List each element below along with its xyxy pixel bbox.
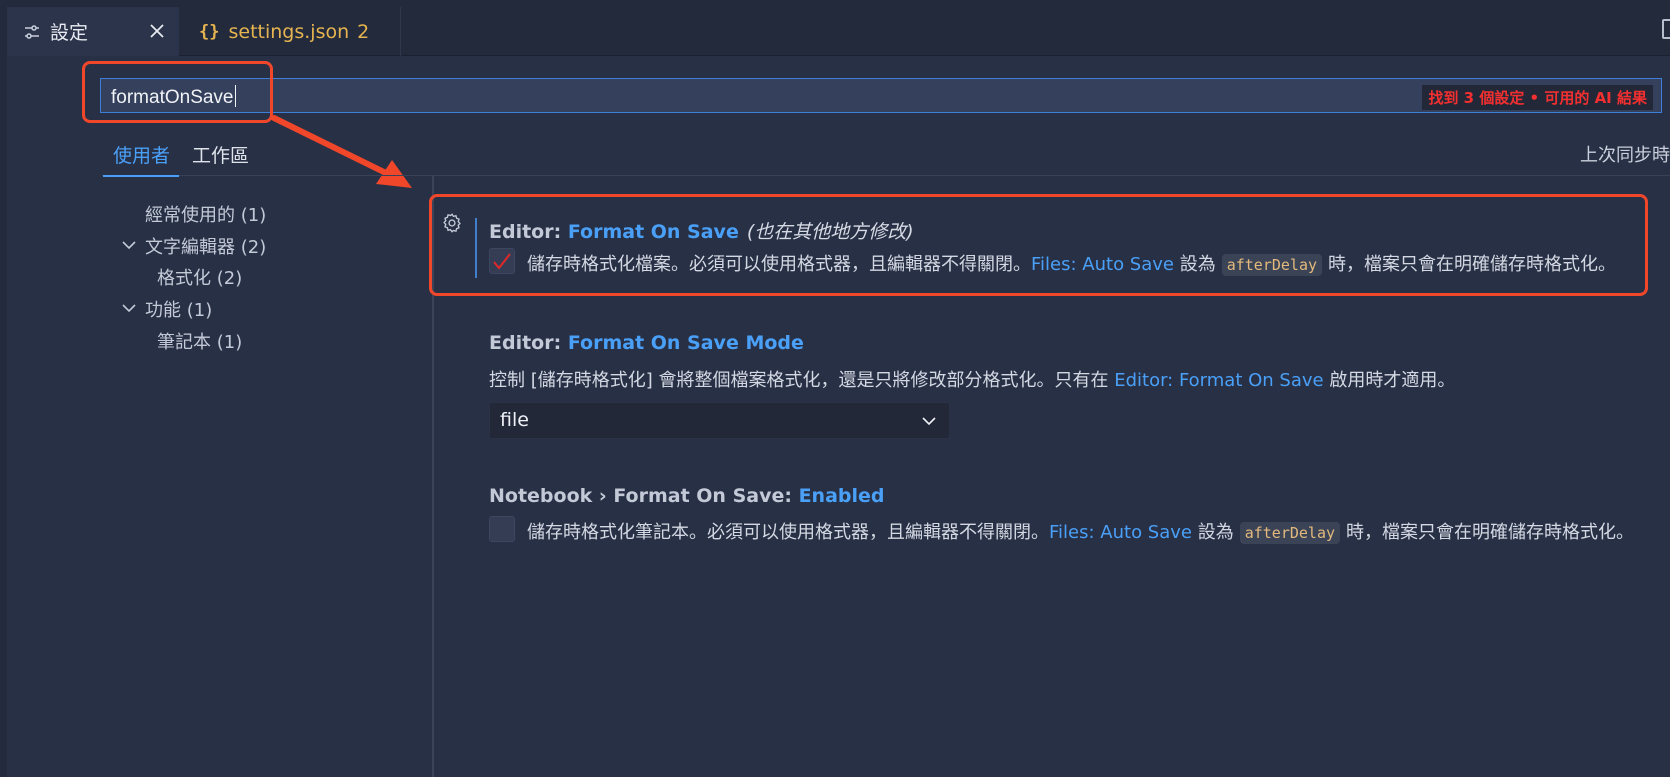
settings-window: 設定 {} settings.json 2 formatOnSave 找到 3 …: [0, 0, 1670, 777]
json-braces-icon: {}: [199, 21, 220, 42]
tab-workspace[interactable]: 工作區: [192, 141, 249, 168]
scope-tabs: 使用者 工作區 上次同步時: [102, 136, 1670, 177]
settings-search-box[interactable]: formatOnSave 找到 3 個設定 • 可用的 AI 結果: [100, 78, 1662, 113]
close-icon[interactable]: [147, 21, 167, 41]
notebook-format-on-save-checkbox[interactable]: [489, 516, 515, 542]
setting-description: 控制 [儲存時格式化] 會將整個檔案格式化，還是只將修改部分格式化。只有在 Ed…: [489, 370, 1456, 391]
toc-item-text-editor[interactable]: 文字編輯器 (2): [145, 233, 266, 259]
format-on-save-mode-select[interactable]: file: [489, 402, 950, 439]
activity-edge: [0, 0, 7, 777]
format-on-save-link[interactable]: Editor: Format On Save: [1114, 370, 1323, 391]
chevron-down-icon[interactable]: [122, 238, 136, 252]
chevron-down-icon: [922, 417, 936, 426]
tab-json-problem-count: 2: [357, 20, 370, 43]
setting-highlight-annotation: [429, 194, 1648, 296]
tab-settings[interactable]: 設定: [7, 7, 179, 56]
settings-sliders-icon: [25, 24, 39, 39]
setting-description: 儲存時格式化筆記本。必須可以使用格式器，且編輯器不得關閉。Files: Auto…: [527, 522, 1635, 544]
toc-item-features[interactable]: 功能 (1): [145, 296, 212, 322]
toc-item-notebook[interactable]: 筆記本 (1): [157, 328, 242, 354]
editor-tab-bar: 設定 {} settings.json 2: [7, 0, 1670, 56]
search-highlight-annotation: [82, 61, 273, 123]
tab-settings-label: 設定: [50, 22, 89, 44]
toc-item-formatting[interactable]: 格式化 (2): [157, 264, 242, 290]
sync-status: 上次同步時: [1580, 145, 1670, 166]
split-editor-icon[interactable]: [1662, 19, 1670, 39]
tab-json-label: settings.json: [228, 20, 350, 43]
files-auto-save-link[interactable]: Files: Auto Save: [1049, 522, 1192, 543]
chevron-down-icon[interactable]: [122, 301, 136, 315]
tab-settings-json[interactable]: {} settings.json 2: [179, 7, 401, 56]
setting-title: Notebook › Format On Save: Enabled: [489, 485, 885, 507]
tab-user[interactable]: 使用者: [102, 141, 180, 177]
toc-item-commonly-used[interactable]: 經常使用的 (1): [145, 201, 266, 227]
search-result-count: 找到 3 個設定 • 可用的 AI 結果: [1422, 85, 1653, 110]
setting-title: Editor: Format On Save Mode: [489, 332, 804, 354]
